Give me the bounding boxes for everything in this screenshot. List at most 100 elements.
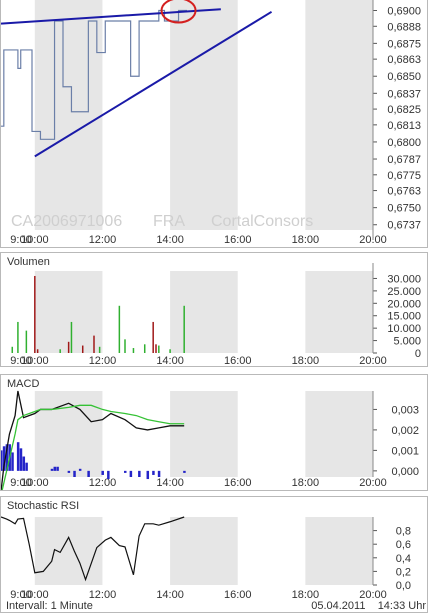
- volume-xtick-label: 12:00: [89, 355, 117, 367]
- price-ytick-label: 0,6787: [387, 154, 421, 166]
- price-ytick-label: 0,6750: [387, 203, 421, 215]
- macd-histogram-bar: [50, 468, 54, 471]
- footer-time: 14:33 Uhr: [377, 600, 426, 612]
- timestamp: 05.04.2011 14:33 Uhr: [311, 600, 426, 612]
- macd-panel: 9:00 10:00 12:00 14:00 16:00 18:00 20:00 0,003 0…: [0, 374, 428, 491]
- macd-histogram-bar: [73, 470, 76, 477]
- macd-histogram-bar: [138, 470, 141, 477]
- volume-xtick-label: 14:00: [156, 355, 184, 367]
- price-ytick-label: 0,6825: [387, 104, 421, 116]
- macd-xtick-label: 10:00: [21, 477, 49, 489]
- price-chart: 9:0010:00 12:00 14:00 16:00 18:00 20:00CA2006…: [1, 0, 421, 246]
- macd-histogram-bar: [67, 470, 71, 473]
- volume-xtick-label: 10:00: [21, 355, 49, 367]
- volume-xtick-label: 18:00: [292, 355, 320, 367]
- macd-histogram-bar: [78, 468, 82, 471]
- price-ytick-label: 0,6837: [387, 88, 421, 100]
- rsi-ytick-label: 0,6: [396, 539, 411, 551]
- price-ytick-label: 0,6737: [387, 220, 421, 232]
- price-ytick-label: 0,6850: [387, 71, 421, 83]
- price-ytick-label: 0,6900: [387, 6, 421, 18]
- macd-xtick-label: 14:00: [156, 477, 184, 489]
- macd-histogram-bar: [157, 470, 161, 477]
- stochastic-rsi-chart: 9:0010:00 12:00 14:00 16:00 18:00 20:000,80,6…: [1, 516, 411, 601]
- macd-xtick-label: 12:00: [89, 477, 117, 489]
- macd-histogram-bar: [1, 450, 3, 471]
- stochastic-rsi-panel: 9:00 10:00 12:00 14:00 16:00 18:00 20:00 0,8 0,6…: [0, 496, 428, 613]
- volume-ytick-label: 30.000: [387, 273, 421, 285]
- price-ytick-label: 0,6813: [387, 120, 421, 132]
- rsi-ytick-label: 0,2: [396, 566, 411, 578]
- price-shade-band: [34, 0, 103, 230]
- macd-histogram-bar: [87, 470, 90, 477]
- macd-histogram-bar: [129, 470, 133, 477]
- volume-shade-band: [305, 271, 373, 353]
- macd-histogram-bar: [101, 470, 104, 475]
- macd-shade-band: [170, 391, 238, 477]
- watermark-brand: CortalConsors: [211, 213, 313, 230]
- price-xtick-label: 14:00: [156, 234, 184, 246]
- rsi-ytick-label: 0,0: [396, 580, 411, 592]
- price-xtick-label: 10:00: [21, 234, 49, 246]
- price-xtick-label: 12:00: [89, 234, 117, 246]
- price-ytick-label: 0,6875: [387, 38, 421, 50]
- macd-xtick-label: 18:00: [292, 477, 320, 489]
- macd-ytick-label: 0,002: [391, 425, 419, 437]
- macd-ytick-label: 0,003: [391, 404, 419, 416]
- rsi-xtick-label: 14:00: [156, 589, 184, 601]
- rsi-ytick-label: 0,8: [396, 526, 411, 538]
- price-ytick-label: 0,6775: [387, 170, 421, 182]
- macd-histogram-bar: [183, 470, 186, 473]
- price-shade-band: [305, 0, 373, 230]
- watermark-isin: CA2006971006: [11, 213, 122, 230]
- macd-xtick-label: 16:00: [224, 477, 252, 489]
- footer-date: 05.04.2011: [311, 600, 366, 612]
- price-chart-panel: 9:00 10:00 12:00 14:00 16:00 18:00 20:00 CA2006…: [0, 0, 428, 248]
- volume-ytick-label: 5.000: [393, 336, 421, 348]
- macd-histogram-bar: [53, 466, 57, 471]
- volume-ytick-label: 0: [415, 348, 421, 360]
- price-ytick-label: 0,6800: [387, 137, 421, 149]
- price-xtick-label: 16:00: [224, 234, 252, 246]
- price-ytick-label: 0,6763: [387, 186, 421, 198]
- watermark-exchange: FRA: [153, 213, 185, 230]
- volume-ytick-label: 25.000: [387, 286, 421, 298]
- macd-ytick-label: 0,001: [391, 445, 419, 457]
- macd-histogram-bar: [25, 462, 28, 471]
- macd-histogram-bar: [56, 466, 59, 471]
- volume-xtick-label: 16:00: [224, 355, 252, 367]
- macd-histogram-bar: [19, 448, 23, 471]
- macd-histogram-bar: [11, 452, 14, 471]
- volume-shade-band: [34, 271, 103, 353]
- price-shade-band: [170, 0, 238, 230]
- macd-histogram-bar: [124, 470, 127, 473]
- rsi-shade-band: [170, 517, 238, 585]
- volume-panel: 9:00 10:00 12:00 14:00 16:00 18:00 20:00 30.000…: [0, 252, 428, 367]
- volume-ytick-label: 15.000: [387, 311, 421, 323]
- rsi-xtick-label: 16:00: [224, 589, 252, 601]
- price-xtick-label: 18:00: [292, 234, 320, 246]
- volume-ytick-label: 20.000: [387, 298, 421, 310]
- volume-title: Volumen: [7, 256, 50, 268]
- rsi-ytick-label: 0,4: [396, 553, 411, 565]
- macd-histogram-bar: [146, 470, 150, 480]
- rsi-shade-band: [305, 517, 373, 585]
- volume-xtick-label: 20:00: [359, 355, 387, 367]
- price-ytick-label: 0,6863: [387, 54, 421, 66]
- volume-chart: 9:0010:00 12:00 14:00 16:00 18:00 20:0030.000…: [10, 263, 421, 367]
- macd-histogram-bar: [107, 470, 110, 480]
- volume-ytick-label: 10.000: [387, 323, 421, 335]
- stochastic-rsi-title: Stochastic RSI: [7, 500, 80, 512]
- rsi-shade-band: [34, 517, 103, 585]
- macd-ytick-label: 0,000: [391, 466, 419, 478]
- macd-xtick-label: 20:00: [359, 477, 387, 489]
- macd-histogram-bar: [16, 442, 20, 471]
- volume-shade-band: [170, 271, 238, 353]
- price-ytick-label: 0,6888: [387, 21, 421, 33]
- macd-chart: 9:0010:00 12:00 14:00 16:00 18:00 20:000,0030…: [1, 390, 419, 490]
- macd-histogram-bar: [152, 470, 155, 475]
- macd-shade-band: [305, 391, 373, 477]
- interval-label: Intervall: 1 Minute: [6, 600, 93, 612]
- macd-histogram-bar: [22, 456, 26, 471]
- macd-title: MACD: [7, 378, 40, 390]
